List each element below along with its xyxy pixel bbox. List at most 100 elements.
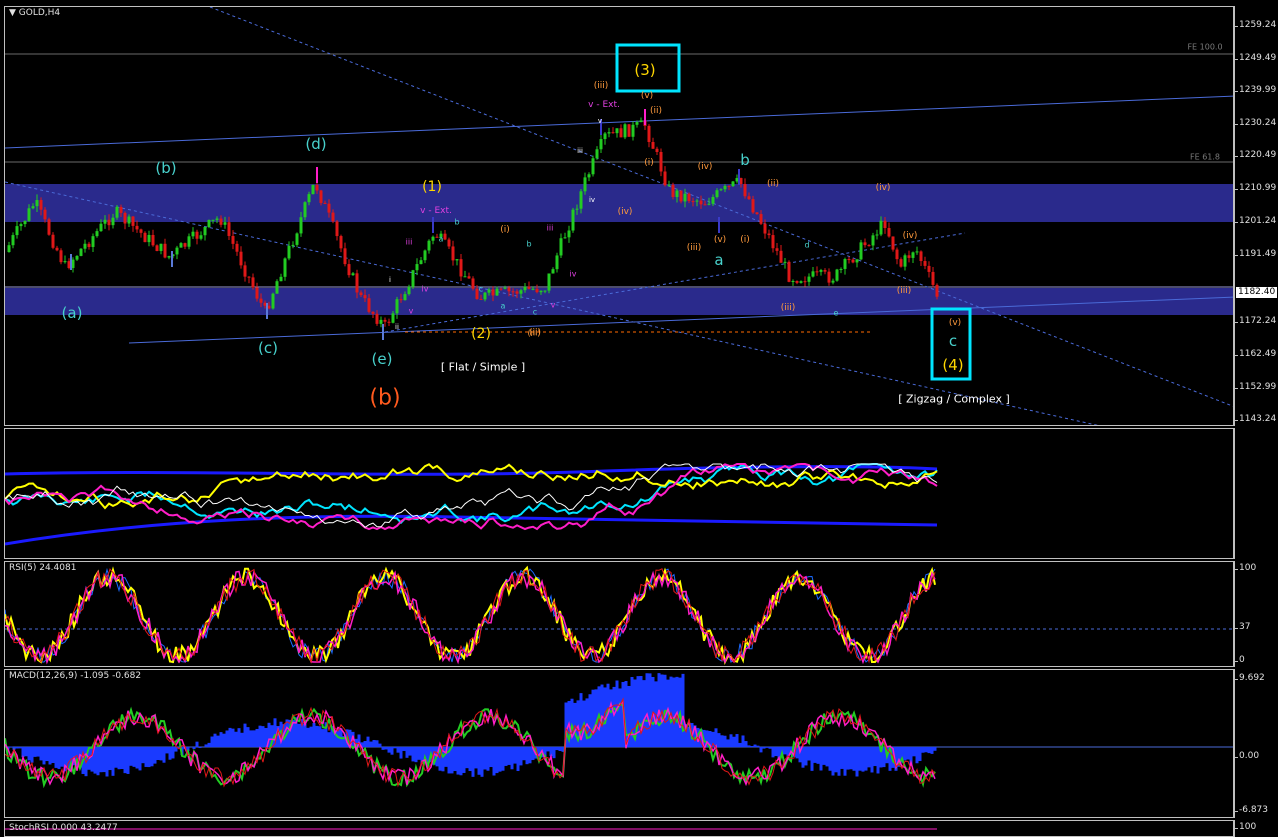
candle-body: [131, 216, 135, 226]
candle-body: [667, 184, 671, 186]
candle-body: [83, 243, 87, 249]
candle-body: [923, 261, 927, 266]
wave-label: (i): [500, 225, 510, 235]
candle-body: [363, 295, 367, 299]
candle-body: [463, 276, 467, 278]
candle-body: [327, 203, 331, 213]
candle-body: [775, 248, 779, 251]
candle-body: [119, 206, 123, 213]
candle-body: [539, 290, 543, 293]
candle-body: [331, 212, 335, 222]
candle-body: [259, 298, 263, 303]
candle-body: [143, 232, 147, 243]
candle-body: [419, 260, 423, 265]
candle-body: [395, 299, 399, 314]
candle-body: [47, 219, 51, 235]
candle-body: [723, 185, 727, 190]
macd-tick-zero: 0.00: [1233, 751, 1260, 761]
candle-body: [7, 245, 11, 252]
candle-body: [595, 149, 599, 159]
current-price-tag: 1182.40: [1236, 287, 1278, 298]
candle-body: [523, 286, 527, 291]
candle-body: [895, 249, 899, 260]
candle-body: [167, 256, 171, 258]
candle-body: [719, 189, 723, 191]
candle-body: [619, 128, 623, 138]
candle-body: [403, 294, 407, 301]
candle-body: [95, 231, 99, 237]
candle-body: [699, 200, 703, 205]
candle-body: [79, 248, 83, 256]
wave-label: b: [526, 239, 532, 249]
rsi-pane[interactable]: RSI(5) 24.4081: [4, 561, 1234, 667]
price-tick: 1220.49: [1233, 150, 1277, 160]
candle-body: [495, 288, 499, 296]
candle-body: [207, 219, 211, 228]
candle-body: [603, 133, 607, 140]
wave-label: (c): [258, 339, 278, 357]
wave-label: (iii): [896, 286, 912, 296]
candle-body: [15, 226, 19, 236]
candle-body: [559, 238, 563, 256]
candle-body: [543, 290, 547, 292]
macd-line: [5, 700, 936, 787]
candle-body: [427, 240, 431, 251]
wave-label: (ii): [766, 179, 780, 189]
candle-body: [431, 236, 435, 241]
price-tick: 1230.24: [1233, 118, 1277, 128]
candle-body: [823, 270, 827, 272]
candle-body: [163, 243, 167, 258]
candle-body: [583, 177, 587, 192]
candle-body: [891, 236, 895, 250]
candle-body: [415, 264, 419, 271]
candle-body: [743, 184, 747, 197]
candle-body: [843, 259, 847, 269]
candle-body: [927, 265, 931, 272]
candle-body: [251, 277, 255, 288]
candle-body: [179, 243, 183, 248]
rsi-tick-37: 37: [1233, 622, 1251, 632]
candle-body: [343, 248, 347, 265]
stochrsi-pane[interactable]: StochRSI 0.000 43.2477: [4, 820, 1234, 837]
candle-body: [815, 271, 819, 273]
candle-body: [51, 234, 55, 248]
stochrsi-title: StochRSI 0.000 43.2477: [9, 823, 118, 833]
support-zone: [5, 288, 1233, 315]
candle-body: [531, 288, 535, 290]
candle-body: [863, 242, 867, 246]
candle-body: [123, 212, 127, 224]
candle-body: [451, 246, 455, 261]
macd-tick-low: -6.873: [1233, 805, 1269, 815]
candle-body: [319, 190, 323, 203]
candle-body: [671, 184, 675, 198]
candle-body: [687, 193, 691, 202]
candle-body: [623, 124, 627, 138]
wave-label: (v): [640, 91, 654, 101]
candle-body: [839, 268, 843, 270]
candle-body: [499, 288, 503, 290]
candle-body: [347, 264, 351, 276]
candle-body: [803, 281, 807, 283]
oscillator-pane[interactable]: [4, 428, 1234, 559]
price-tick: 1152.99: [1233, 382, 1277, 392]
candle-body: [27, 208, 31, 221]
price-chart-pane[interactable]: ▼ GOLD,H4 (a) (b) (c) (d) (e) (b) (1) (2) (3) (4)…: [4, 6, 1234, 426]
candle-body: [243, 265, 247, 277]
candle-body: [223, 222, 227, 225]
wave-label: (i): [644, 158, 654, 168]
candle-body: [759, 214, 763, 224]
candle-body: [471, 278, 475, 289]
wave-label: a: [500, 301, 506, 311]
wave-label: iii: [577, 147, 583, 155]
candle-body: [219, 218, 223, 225]
price-tick: 1239.99: [1233, 85, 1277, 95]
candle-body: [819, 270, 823, 272]
candle-body: [91, 236, 95, 247]
candle-body: [111, 217, 115, 226]
candle-body: [99, 223, 103, 232]
rsi-tick-100: 100: [1233, 563, 1257, 573]
macd-pane[interactable]: MACD(12,26,9) -1.095 -0.682: [4, 669, 1234, 818]
candle-body: [235, 243, 239, 252]
wave-label: c: [948, 332, 958, 350]
candle-body: [591, 158, 595, 175]
